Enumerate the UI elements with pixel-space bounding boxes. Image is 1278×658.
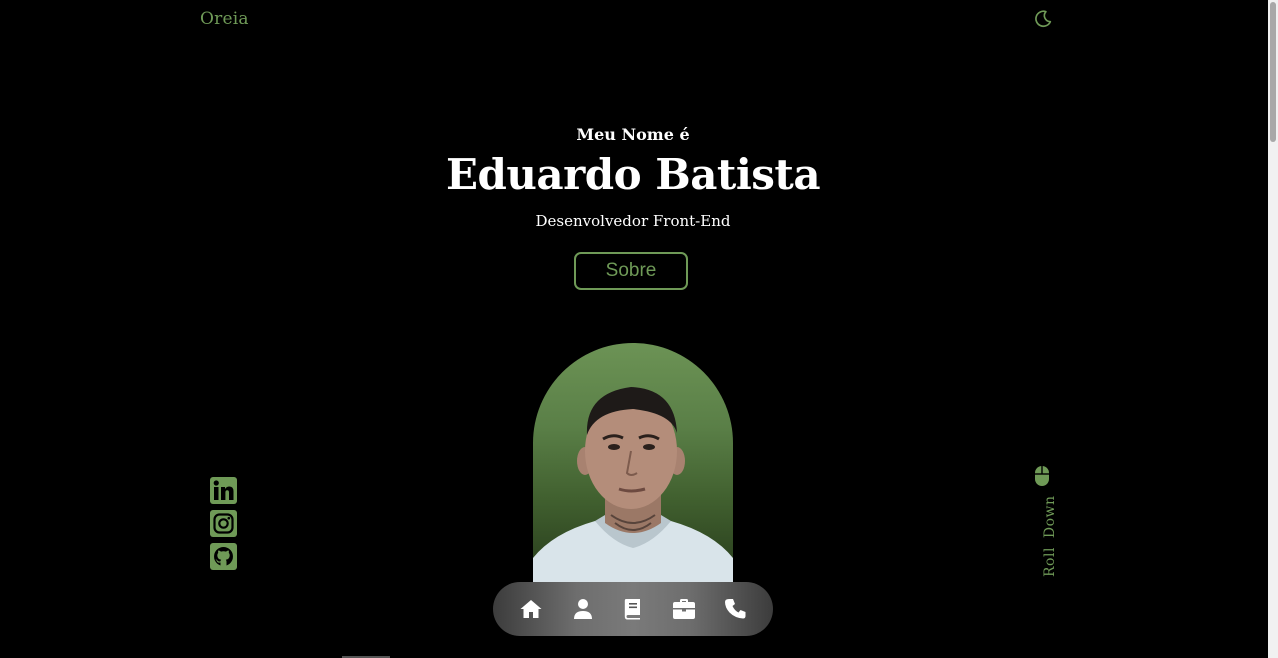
social-links <box>210 477 238 576</box>
github-link[interactable] <box>210 543 237 570</box>
bottom-nav <box>493 582 773 636</box>
home-icon <box>520 600 542 618</box>
instagram-icon <box>210 510 237 537</box>
hero-greeting: Meu Nome é <box>576 125 690 144</box>
nav-skills[interactable] <box>621 598 645 620</box>
mouse-icon <box>1035 466 1049 486</box>
hero-name: Eduardo Batista <box>445 150 821 199</box>
instagram-link[interactable] <box>210 510 237 537</box>
profile-photo <box>533 343 733 583</box>
nav-portfolio[interactable] <box>672 598 696 620</box>
vertical-scrollbar[interactable] <box>1268 0 1278 658</box>
briefcase-icon <box>673 599 695 619</box>
logo-link[interactable]: Oreia <box>200 9 249 29</box>
scroll-down-link[interactable]: Roll Down <box>1030 465 1058 580</box>
user-icon <box>574 599 592 619</box>
linkedin-icon <box>210 477 237 504</box>
book-icon <box>624 599 640 620</box>
scrollbar-thumb[interactable] <box>1270 2 1276 142</box>
phone-icon <box>725 599 746 619</box>
github-icon <box>210 543 237 570</box>
nav-contact[interactable] <box>724 598 748 620</box>
linkedin-link[interactable] <box>210 477 237 504</box>
hero-role: Desenvolvedor Front-End <box>535 212 731 230</box>
nav-about[interactable] <box>571 598 595 620</box>
theme-toggle-button[interactable] <box>1033 9 1053 29</box>
nav-home[interactable] <box>519 598 543 620</box>
scroll-down-label: Roll Down <box>1042 495 1058 577</box>
about-button[interactable]: Sobre <box>574 252 688 290</box>
moon-icon <box>1035 10 1052 28</box>
page: Oreia Meu Nome é Eduardo Batista Desenvo… <box>0 0 1268 658</box>
